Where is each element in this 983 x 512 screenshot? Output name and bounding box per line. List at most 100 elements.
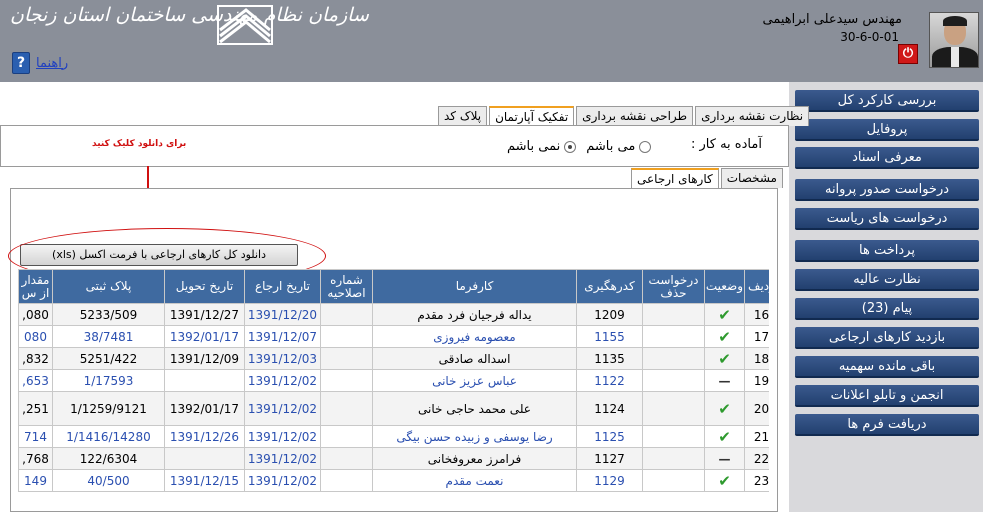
tab-plak-code[interactable]: پلاک کد [438, 106, 488, 126]
referral-date: 1391/12/07 [244, 325, 321, 348]
check-icon: ✔ [718, 471, 731, 490]
tracking-code: 1209 [576, 303, 643, 326]
org-title: سازمان نظام مهندسی ساختمان استان زنجان [10, 4, 369, 26]
delivery-date [164, 369, 245, 392]
table-row[interactable]: 17 ✔ 1155 معصومه فیروزی 1391/12/07 1392/01/17… [18, 325, 769, 348]
user-code: 30-6-0-01 [840, 30, 899, 44]
delete-request-cell [642, 425, 705, 448]
table-row[interactable]: 18 ✔ 1135 اسداله صادقی 1391/12/03 1391/12/09 5… [18, 347, 769, 370]
amendment-cell [320, 425, 373, 448]
sidebar-item-profile[interactable]: پروفایل [795, 119, 979, 141]
sidebar-item-documents[interactable]: معرفی اسناد [795, 147, 979, 169]
user-name: مهندس سیدعلی ابراهیمی [762, 12, 902, 27]
delivery-date [164, 447, 245, 470]
logo-icon [217, 5, 273, 45]
delete-request-cell [642, 303, 705, 326]
tab-specifications[interactable]: مشخصات [720, 168, 783, 188]
row-number: 17 [744, 325, 769, 348]
tracking-code: 1125 [576, 425, 643, 448]
table-row[interactable]: 16 ✔ 1209 یداله فرجیان فرد مقدم 1391/12/20 13… [18, 303, 769, 326]
tracking-code: 1135 [576, 347, 643, 370]
amendment-cell [320, 447, 373, 470]
tab-survey-supervision[interactable]: نظارت نقشه برداری [695, 106, 810, 126]
employer-name: معصومه فیروزی [372, 325, 577, 348]
plak-number: 1/1259/9121 [52, 391, 165, 426]
col-header-status[interactable]: وضعیت [704, 269, 745, 304]
tracking-code: 1124 [576, 391, 643, 426]
amendment-cell [320, 369, 373, 392]
help-icon[interactable]: ? [12, 52, 30, 74]
delivery-date: 1391/12/15 [164, 469, 245, 492]
table-header-row: ردیف وضعیت درخواست حذف کدرهگیری کارفرما … [18, 269, 769, 304]
table-row[interactable]: 19 — 1122 عباس عزیز خانی 1391/12/02 1/17593 65… [18, 369, 769, 392]
table-row[interactable]: 20 ✔ 1124 علی محمد حاجی خانی 1391/12/02 1392/… [18, 391, 769, 426]
sidebar-item-messages[interactable]: پیام (23) [795, 298, 979, 320]
amendment-cell [320, 391, 373, 426]
amendment-cell [320, 303, 373, 326]
row-number: 20 [744, 391, 769, 426]
status-icon: ✔ [704, 425, 745, 448]
check-icon: ✔ [718, 327, 731, 346]
sidebar-item-quota[interactable]: باقی مانده سهمیه [795, 356, 979, 378]
delivery-date: 1392/01/17 [164, 391, 245, 426]
amount-cell: 768, [18, 447, 53, 470]
header: سازمان نظام مهندسی ساختمان استان زنجان ?… [0, 0, 983, 82]
tracking-code: 1155 [576, 325, 643, 348]
radio-no[interactable]: نمی باشم [507, 139, 577, 154]
employer-name: نعمت مقدم [372, 469, 577, 492]
tab-survey-design[interactable]: طراحی نقشه برداری [576, 106, 694, 126]
delete-request-cell [642, 469, 705, 492]
ready-label: آماده به کار : [691, 137, 762, 152]
col-header-amendment[interactable]: شماره اصلاحیه [320, 269, 373, 304]
amount-cell: 080, [18, 303, 53, 326]
referral-date: 1391/12/02 [244, 391, 321, 426]
tracking-code: 1122 [576, 369, 643, 392]
delivery-date: 1391/12/27 [164, 303, 245, 326]
row-number: 19 [744, 369, 769, 392]
sidebar-item-referral-visits[interactable]: بازدید کارهای ارجاعی [795, 327, 979, 349]
row-number: 21 [744, 425, 769, 448]
status-icon: — [704, 369, 745, 392]
col-header-delivery-date[interactable]: تاریخ تحویل [164, 269, 245, 304]
sidebar-item-supervision[interactable]: نظارت عالیه [795, 269, 979, 291]
sidebar-item-board[interactable]: انجمن و تابلو اعلانات [795, 385, 979, 407]
download-hint: برای دانلود کلیک کنید [92, 139, 187, 149]
sidebar-item-license-request[interactable]: درخواست صدور پروانه [795, 179, 979, 201]
col-header-amount[interactable]: مقدار از س [18, 269, 53, 304]
delivery-date: 1392/01/17 [164, 325, 245, 348]
radio-yes-label: می باشم [586, 139, 636, 154]
employer-name: رضا یوسفی و زبیده حسن بیگی [372, 425, 577, 448]
amendment-cell [320, 325, 373, 348]
table-row[interactable]: 22 — 1127 فرامرز معروفخانی 1391/12/02 122/630… [18, 447, 769, 470]
col-header-plak[interactable]: پلاک ثبتی [52, 269, 165, 304]
delivery-date: 1391/12/09 [164, 347, 245, 370]
radio-yes[interactable]: می باشم [586, 139, 652, 154]
sidebar-item-work-review[interactable]: بررسی کارکرد کل [795, 90, 979, 112]
referral-date: 1391/12/02 [244, 369, 321, 392]
tab-apartment-separation[interactable]: تفکیک آپارتمان [489, 106, 575, 127]
help-link[interactable]: راهنما [36, 56, 68, 71]
help-area[interactable]: ? راهنما [12, 52, 68, 74]
sidebar-item-payments[interactable]: پرداخت ها [795, 240, 979, 262]
radio-no-circle[interactable] [564, 140, 577, 153]
row-number: 18 [744, 347, 769, 370]
status-icon: — [704, 447, 745, 470]
col-header-delete-request[interactable]: درخواست حذف [642, 269, 705, 304]
tab-referred-works[interactable]: کارهای ارجاعی [631, 168, 719, 189]
amount-cell: 832, [18, 347, 53, 370]
avatar [929, 12, 979, 68]
sidebar-item-presidency-requests[interactable]: درخواست های ریاست [795, 208, 979, 230]
col-header-row[interactable]: ردیف [744, 269, 769, 304]
col-header-employer[interactable]: کارفرما [372, 269, 577, 304]
table-row[interactable]: 23 ✔ 1129 نعمت مقدم 1391/12/02 1391/12/15 40/5… [18, 469, 769, 492]
radio-yes-circle[interactable] [639, 140, 652, 153]
check-icon: ✔ [718, 349, 731, 368]
sidebar-item-forms[interactable]: دریافت فرم ها [795, 414, 979, 436]
logout-power-icon[interactable]: ⏻ [898, 44, 918, 64]
col-header-referral-date[interactable]: تاریخ ارجاع [244, 269, 321, 304]
dash-icon: — [718, 373, 731, 388]
plak-number: 5233/509 [52, 303, 165, 326]
tabs-inner: کارهای ارجاعی مشخصات [631, 168, 785, 189]
col-header-tracking-code[interactable]: کدرهگیری [576, 269, 643, 304]
table-row[interactable]: 21 ✔ 1125 رضا یوسفی و زبیده حسن بیگی 1391/12… [18, 425, 769, 448]
